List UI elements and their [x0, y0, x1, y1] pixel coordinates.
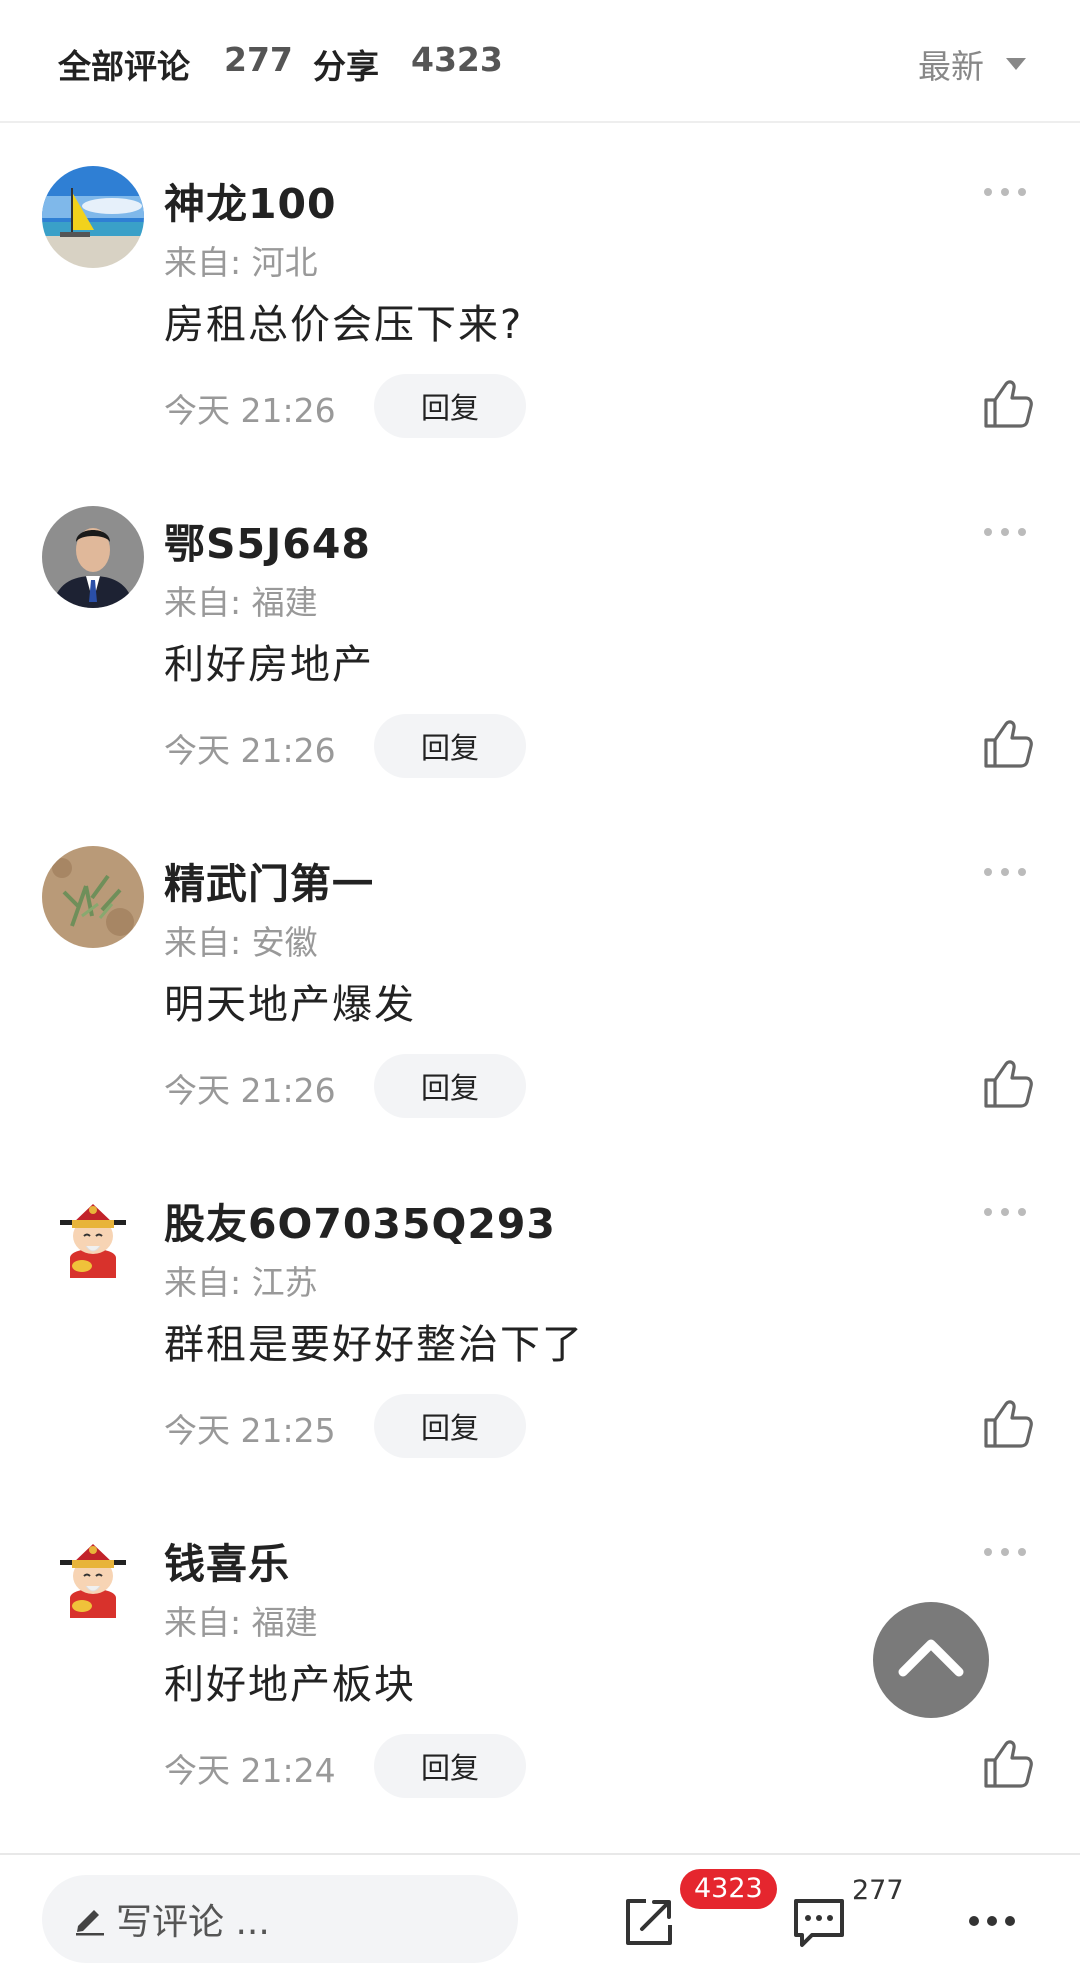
username[interactable]: 神龙100: [164, 170, 337, 230]
comment-input-placeholder: 写评论 ...: [116, 1902, 270, 1943]
comment-count: 277: [224, 40, 293, 79]
reply-button[interactable]: 回复: [374, 714, 526, 778]
share-count: 4323: [411, 40, 503, 79]
location: 来自: 河北: [164, 243, 318, 282]
reply-button[interactable]: 回复: [374, 1054, 526, 1118]
more-options-icon[interactable]: [982, 186, 1028, 198]
thumbs-up-icon[interactable]: [982, 1058, 1034, 1110]
timestamp: 今天 21:26: [164, 1071, 336, 1110]
username[interactable]: 精武门第一: [164, 850, 374, 910]
comment-count-label: 277: [852, 1875, 904, 1906]
more-options-icon[interactable]: [982, 866, 1028, 878]
bottom-action-bar: 写评论 ... 4323 277: [0, 1853, 1080, 1979]
reply-button[interactable]: 回复: [374, 1394, 526, 1458]
more-options-icon[interactable]: [982, 1546, 1028, 1558]
thumbs-up-icon[interactable]: [982, 378, 1034, 430]
thumbs-up-icon[interactable]: [982, 1398, 1034, 1450]
chevron-up-icon: [898, 1639, 964, 1677]
share-icon[interactable]: [622, 1895, 676, 1949]
comment-text: 群租是要好好整治下了: [164, 1322, 584, 1368]
location: 来自: 福建: [164, 1603, 318, 1642]
timestamp: 今天 21:26: [164, 391, 336, 430]
username[interactable]: 钱喜乐: [164, 1530, 290, 1590]
share-tab[interactable]: 分享: [313, 40, 379, 88]
sort-dropdown[interactable]: 最新: [918, 40, 1026, 88]
sort-label: 最新: [918, 47, 984, 86]
caret-down-icon: [1006, 58, 1026, 70]
comment-icon[interactable]: [790, 1895, 848, 1949]
avatar[interactable]: [42, 1526, 144, 1628]
comment-text: 利好地产板块: [164, 1662, 416, 1708]
location: 来自: 江苏: [164, 1263, 318, 1302]
comment-item: 股友6O7035Q293 来自: 江苏 群租是要好好整治下了 今天 21:25 …: [0, 1186, 1080, 1526]
pencil-icon: [76, 1910, 104, 1936]
avatar[interactable]: [42, 166, 144, 268]
timestamp: 今天 21:25: [164, 1411, 336, 1450]
share-count-badge: 4323: [680, 1869, 777, 1909]
username[interactable]: 鄂S5J648: [164, 510, 371, 570]
comment-text: 明天地产爆发: [164, 982, 416, 1028]
write-comment-input[interactable]: 写评论 ...: [42, 1875, 518, 1963]
avatar[interactable]: [42, 506, 144, 608]
comment-item: 神龙100 来自: 河北 房租总价会压下来? 今天 21:26 回复: [0, 166, 1080, 506]
comment-text: 房租总价会压下来?: [164, 302, 524, 348]
reply-button[interactable]: 回复: [374, 374, 526, 438]
scroll-to-top-button[interactable]: [873, 1602, 989, 1718]
more-options-icon[interactable]: [982, 526, 1028, 538]
comment-text: 利好房地产: [164, 642, 374, 688]
thumbs-up-icon[interactable]: [982, 718, 1034, 770]
more-options-icon[interactable]: [968, 1915, 1016, 1927]
timestamp: 今天 21:24: [164, 1751, 336, 1790]
comments-header: 全部评论 277 分享 4323 最新: [0, 0, 1080, 123]
location: 来自: 安徽: [164, 923, 318, 962]
all-comments-tab[interactable]: 全部评论: [58, 40, 190, 88]
avatar[interactable]: [42, 1186, 144, 1288]
avatar[interactable]: [42, 846, 144, 948]
more-options-icon[interactable]: [982, 1206, 1028, 1218]
thumbs-up-icon[interactable]: [982, 1738, 1034, 1790]
comment-item: 鄂S5J648 来自: 福建 利好房地产 今天 21:26 回复: [0, 506, 1080, 846]
comment-item: 精武门第一 来自: 安徽 明天地产爆发 今天 21:26 回复: [0, 846, 1080, 1186]
timestamp: 今天 21:26: [164, 731, 336, 770]
username[interactable]: 股友6O7035Q293: [164, 1190, 556, 1250]
location: 来自: 福建: [164, 583, 318, 622]
reply-button[interactable]: 回复: [374, 1734, 526, 1798]
